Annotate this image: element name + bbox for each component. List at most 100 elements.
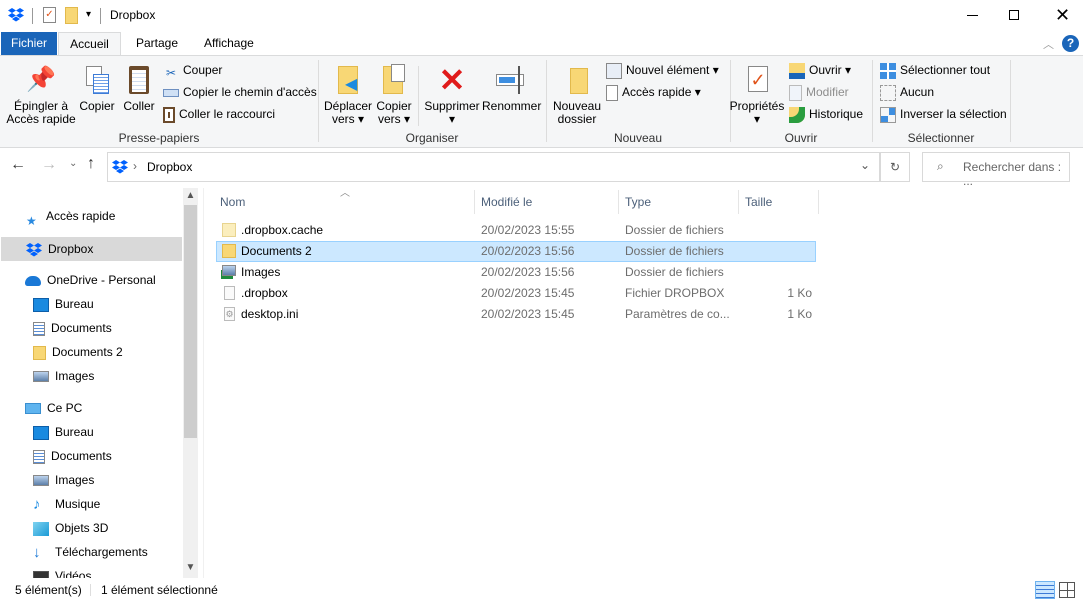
copy-path-button[interactable]: Copier le chemin d'accès — [163, 82, 317, 102]
paste-button[interactable]: Coller — [119, 64, 159, 113]
pin-quick-access-button[interactable]: 📌 Épingler à Accès rapide — [6, 64, 76, 126]
invert-selection-label: Inverser la sélection — [900, 107, 1007, 121]
pin-icon: 📌 — [26, 66, 56, 93]
nav-label: Bureau — [55, 297, 94, 311]
forward-button[interactable]: → — [41, 156, 57, 174]
rename-button[interactable]: Renommer — [482, 64, 542, 113]
paste-label: Coller — [123, 99, 155, 113]
nav-onedrive[interactable]: OneDrive - Personal — [25, 269, 156, 291]
column-header-type[interactable]: Type — [619, 190, 738, 214]
details-view-button[interactable] — [1035, 581, 1055, 599]
file-row[interactable]: Images 20/02/2023 15:56 Dossier de fichi… — [216, 262, 816, 283]
nav-pc-objets-3d[interactable]: Objets 3D — [33, 517, 108, 539]
move-label-2: vers — [331, 112, 355, 126]
properties-button[interactable]: ✓ Propriétés ▾ — [729, 64, 785, 126]
nav-label: Images — [55, 473, 95, 487]
new-item-button[interactable]: Nouvel élément ▾ — [606, 60, 719, 80]
new-folder-quick-icon[interactable] — [65, 7, 78, 24]
collapse-ribbon-icon[interactable]: ︿ — [1043, 36, 1054, 52]
column-header-nom[interactable]: Nom — [214, 190, 474, 214]
nav-pc-images[interactable]: Images — [33, 469, 94, 491]
select-none-button[interactable]: Aucun — [880, 82, 934, 102]
minimize-button[interactable] — [950, 0, 996, 32]
breadcrumb-dropbox[interactable]: Dropbox — [147, 160, 192, 174]
open-button[interactable]: Ouvrir ▾ — [789, 60, 851, 80]
nav-onedrive-images[interactable]: Images — [33, 365, 94, 387]
file-row[interactable]: .dropbox 20/02/2023 15:45 Fichier DROPBO… — [216, 283, 816, 304]
open-label: Ouvrir — [809, 63, 842, 77]
column-header-modifie[interactable]: Modifié le — [475, 190, 618, 214]
address-bar[interactable]: › Dropbox ⌄ — [107, 152, 880, 182]
nav-pc-documents[interactable]: Documents — [33, 445, 112, 467]
nav-onedrive-documents-2[interactable]: Documents 2 — [33, 341, 123, 363]
copy-icon — [82, 64, 112, 96]
file-name: Documents 2 — [241, 244, 312, 258]
close-button[interactable]: ✕ — [1042, 0, 1083, 32]
nav-label: Téléchargements — [55, 545, 148, 559]
move-to-button[interactable]: ◀ Déplacer vers ▾ — [322, 64, 374, 126]
rename-icon — [496, 64, 526, 96]
help-icon[interactable]: ? — [1062, 35, 1079, 52]
tab-fichier[interactable]: Fichier — [1, 32, 57, 56]
back-button[interactable]: ← — [10, 156, 26, 174]
nav-pc-telechargements[interactable]: ↓ Téléchargements — [33, 541, 148, 563]
new-folder-button[interactable]: Nouveau dossier — [550, 64, 604, 126]
search-input[interactable]: ⌕ Rechercher dans : ... — [922, 152, 1070, 188]
up-button[interactable]: ↑ — [87, 155, 95, 173]
column-header-taille[interactable]: Taille — [739, 190, 818, 214]
scroll-up-arrow[interactable]: ▲ — [183, 190, 198, 201]
scrollbar-thumb[interactable] — [184, 205, 197, 438]
cut-label: Couper — [183, 63, 223, 77]
scroll-down-arrow[interactable]: ▼ — [183, 562, 198, 573]
file-type: Fichier DROPBOX — [625, 286, 725, 300]
nav-onedrive-documents[interactable]: Documents — [33, 317, 112, 339]
history-button[interactable]: Historique — [789, 104, 863, 124]
delete-button[interactable]: ✕ Supprimer ▾ — [422, 64, 482, 126]
large-icons-view-button[interactable] — [1059, 582, 1075, 598]
nav-label: Accès rapide — [46, 209, 116, 223]
edit-icon — [789, 84, 802, 101]
file-row-selected[interactable]: Documents 2 20/02/2023 15:56 Dossier de … — [216, 241, 816, 262]
nav-onedrive-bureau[interactable]: Bureau — [33, 293, 94, 315]
nav-label: Images — [55, 369, 95, 383]
customize-quick-access-icon[interactable]: ▾ — [86, 9, 91, 20]
file-name: .dropbox — [241, 286, 288, 300]
nav-pc-musique[interactable]: ♪ Musique — [33, 493, 100, 515]
properties-icon: ✓ — [742, 64, 772, 96]
settings-file-icon: ⚙ — [224, 307, 235, 321]
select-all-button[interactable]: Sélectionner tout — [880, 60, 990, 80]
nav-label: Ce PC — [47, 401, 83, 415]
refresh-button[interactable]: ↻ — [880, 152, 910, 182]
address-dropdown-button[interactable]: ⌄ — [860, 158, 870, 172]
select-none-label: Aucun — [900, 85, 935, 99]
nav-dropbox[interactable]: Dropbox — [1, 237, 182, 261]
tab-partage[interactable]: Partage — [124, 32, 190, 56]
nav-acces-rapide[interactable]: ★ Accès rapide — [26, 205, 116, 228]
breadcrumb-separator: › — [133, 159, 137, 173]
cut-button[interactable]: ✂ Couper — [163, 60, 222, 80]
status-bar: 5 élément(s) 1 élément sélectionné — [0, 578, 1083, 602]
maximize-button[interactable] — [996, 0, 1042, 32]
nav-label: Musique — [55, 497, 101, 511]
history-label: Historique — [809, 107, 864, 121]
nav-pc-bureau[interactable]: Bureau — [33, 421, 94, 443]
rename-label: Renommer — [482, 99, 542, 113]
navigation-scrollbar[interactable]: ▲ ▼ — [183, 188, 198, 578]
paste-shortcut-button[interactable]: Coller le raccourci — [163, 104, 275, 124]
properties-quick-icon[interactable]: ✓ — [43, 7, 56, 23]
tab-accueil[interactable]: Accueil — [58, 32, 121, 56]
recent-locations-button[interactable]: ⌄ — [69, 158, 77, 169]
invert-selection-button[interactable]: Inverser la sélection — [880, 104, 1007, 124]
nav-pc-videos[interactable]: Vidéos — [33, 565, 91, 578]
nav-ce-pc[interactable]: Ce PC — [25, 397, 82, 419]
edit-button[interactable]: Modifier — [789, 82, 849, 102]
file-row[interactable]: .dropbox.cache 20/02/2023 15:55 Dossier … — [216, 220, 816, 241]
copy-to-button[interactable]: Copier vers ▾ — [374, 64, 414, 126]
easy-access-icon — [606, 84, 618, 101]
file-row[interactable]: ⚙ desktop.ini 20/02/2023 15:45 Paramètre… — [216, 304, 816, 325]
item-count: 5 élément(s) — [15, 583, 82, 597]
tab-affichage[interactable]: Affichage — [192, 32, 266, 56]
easy-access-button[interactable]: Accès rapide ▾ — [606, 82, 701, 102]
document-icon — [33, 321, 45, 336]
copy-button[interactable]: Copier — [77, 64, 117, 113]
